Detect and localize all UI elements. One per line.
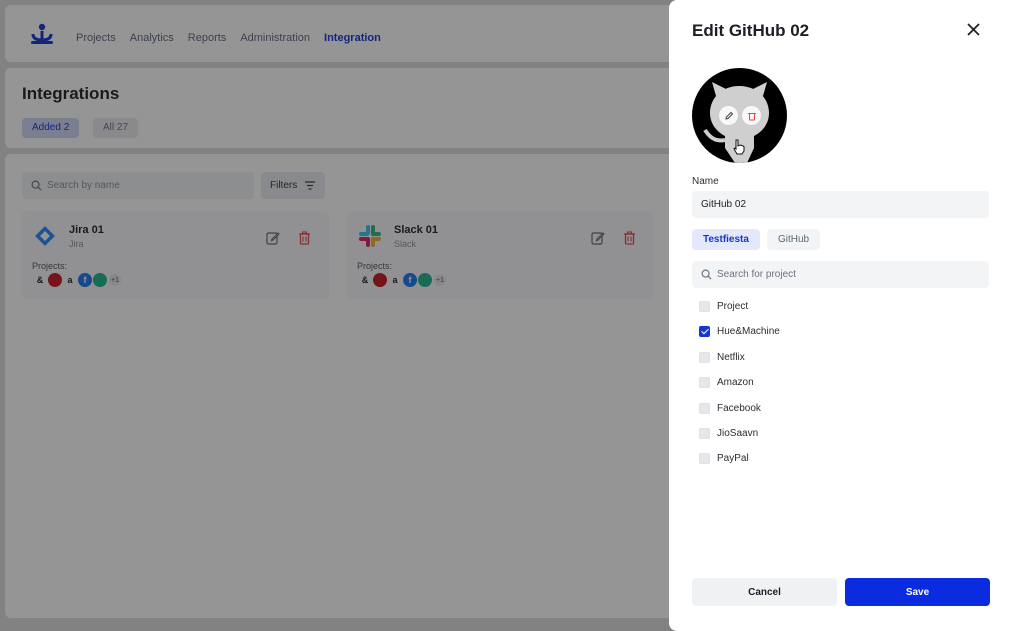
pencil-icon	[724, 111, 733, 120]
project-option[interactable]: Facebook	[699, 401, 780, 426]
search-icon	[701, 269, 712, 280]
drawer-title: Edit GitHub 02	[692, 21, 810, 40]
project-checkbox[interactable]	[699, 377, 710, 389]
project-option[interactable]: JioSaavn	[699, 426, 780, 451]
name-input[interactable]	[692, 191, 989, 218]
project-checkbox[interactable]	[699, 326, 710, 338]
project-option[interactable]: Project	[699, 299, 780, 324]
project-name: Amazon	[717, 377, 754, 389]
project-checkbox[interactable]	[699, 402, 710, 414]
project-search-placeholder: Search for project	[717, 269, 796, 280]
cancel-button[interactable]: Cancel	[692, 578, 837, 606]
tab-github[interactable]: GitHub	[767, 229, 821, 250]
project-name: Project	[717, 301, 749, 312]
hand-cursor-icon	[733, 139, 745, 155]
tab-testfiesta[interactable]: Testfiesta	[692, 229, 760, 250]
project-search-input[interactable]: Search for project	[692, 261, 989, 288]
close-icon[interactable]	[967, 23, 980, 36]
project-option[interactable]: PayPal	[699, 451, 780, 476]
project-name: Netflix	[717, 351, 745, 363]
project-option[interactable]: Netflix	[699, 350, 780, 375]
project-checkbox[interactable]	[699, 301, 710, 312]
project-name: Hue&Machine	[717, 326, 780, 338]
name-label: Name	[692, 176, 719, 187]
project-name: Facebook	[717, 402, 761, 414]
project-checkbox[interactable]	[699, 427, 710, 439]
trash-icon	[747, 112, 756, 120]
project-checkbox[interactable]	[699, 453, 710, 465]
project-option[interactable]: Amazon	[699, 375, 780, 400]
edit-integration-drawer: Edit GitHub 02 Name Testfiesta GitHub Se…	[669, 0, 1011, 631]
project-name: PayPal	[717, 453, 749, 465]
integration-avatar[interactable]	[692, 68, 787, 163]
project-option[interactable]: Hue&Machine	[699, 324, 780, 349]
save-button[interactable]: Save	[845, 578, 990, 606]
delete-avatar-button[interactable]	[742, 106, 761, 125]
project-checklist: Project Hue&Machine Netflix Amazon Faceb…	[699, 299, 780, 477]
edit-avatar-button[interactable]	[719, 106, 738, 125]
project-checkbox[interactable]	[699, 351, 710, 363]
project-name: JioSaavn	[717, 427, 759, 439]
